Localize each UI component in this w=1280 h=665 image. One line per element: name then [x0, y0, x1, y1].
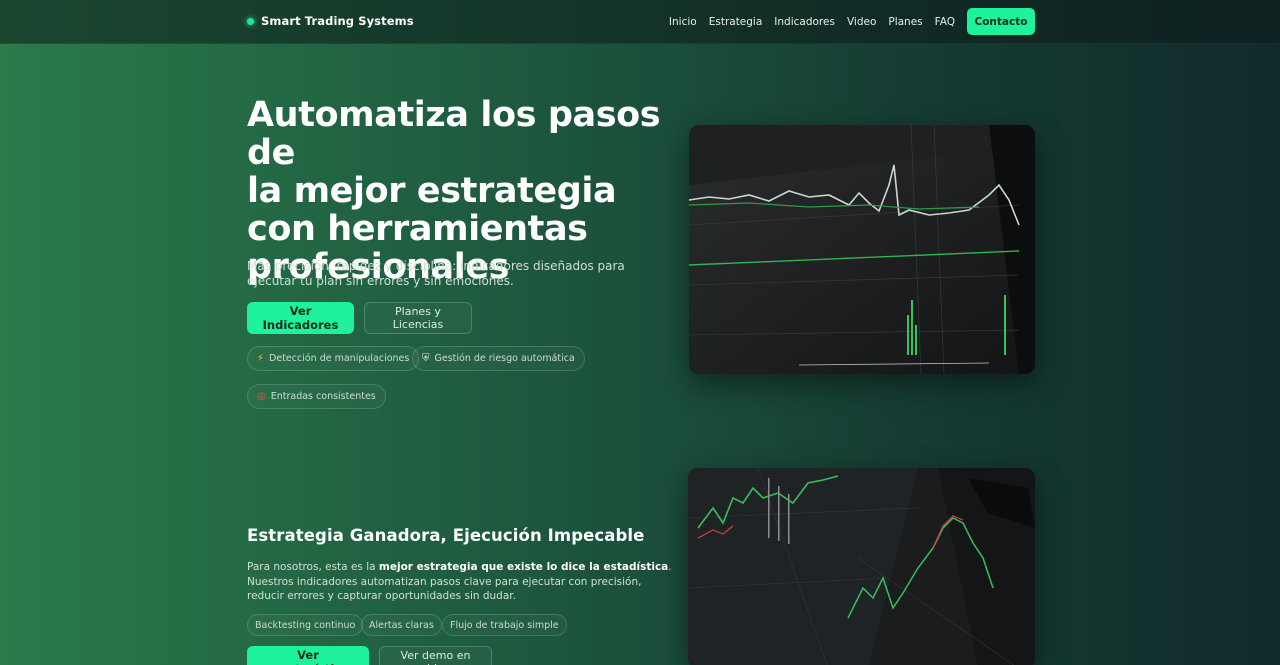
chip-label: Entradas consistentes	[270, 391, 376, 402]
hero-title-line: con herramientas	[247, 209, 588, 249]
hero-title-line: la mejor estrategia	[247, 171, 617, 211]
plans-licenses-button[interactable]: Planes y Licencias	[364, 302, 472, 334]
hero-title-line: Automatiza los pasos de	[247, 95, 661, 173]
trading-chart-photo	[689, 125, 1035, 374]
strategy-section-body: Para nosotros, esta es la mejor estrateg…	[247, 560, 675, 604]
top-navbar: Smart Trading Systems Inicio Estrategia …	[0, 0, 1280, 44]
feature-chip-entries: ◎ Entradas consistentes	[247, 384, 386, 409]
body-text: Para nosotros, esta es la	[247, 561, 379, 573]
view-demo-video-button[interactable]: Ver demo en video	[379, 646, 492, 665]
view-features-button[interactable]: Ver características	[247, 646, 369, 665]
nav-link-planes[interactable]: Planes	[888, 16, 922, 28]
nav-link-faq[interactable]: FAQ	[935, 16, 955, 28]
body-bold-text: mejor estrategia que existe lo dice la e…	[378, 561, 669, 573]
trading-laptop-photo	[688, 468, 1035, 665]
target-icon: ◎	[257, 391, 266, 402]
nav-link-indicadores[interactable]: Indicadores	[774, 16, 835, 28]
chip-label: Detección de manipulaciones	[269, 353, 410, 364]
brand-logo[interactable]: Smart Trading Systems	[247, 14, 414, 28]
brand-name: Smart Trading Systems	[261, 14, 414, 28]
feature-chip-risk: ⛨ Gestión de riesgo automática	[412, 346, 585, 371]
feature-chip-manipulation: ⚡ Detección de manipulaciones	[247, 346, 420, 371]
hero-title: Automatiza los pasos de la mejor estrate…	[247, 96, 677, 286]
lightning-icon: ⚡	[257, 353, 265, 364]
tag-backtesting: Backtesting continuo	[247, 614, 364, 636]
nav-link-video[interactable]: Video	[847, 16, 876, 28]
strategy-section-title: Estrategia Ganadora, Ejecución Impecable	[247, 526, 645, 545]
contact-button[interactable]: Contacto	[967, 8, 1035, 35]
tag-workflow: Flujo de trabajo simple	[442, 614, 567, 636]
chip-label: Gestión de riesgo automática	[434, 353, 575, 364]
hero-subtitle: Más precisión, rapidez y disciplina: ind…	[247, 259, 625, 288]
brand-dot-icon	[247, 17, 254, 25]
nav-link-estrategia[interactable]: Estrategia	[709, 16, 763, 28]
tag-alerts: Alertas claras	[361, 614, 442, 636]
nav-link-inicio[interactable]: Inicio	[669, 16, 697, 28]
view-indicators-button[interactable]: Ver Indicadores	[247, 302, 354, 334]
shield-icon: ⛨	[422, 353, 430, 364]
nav-links: Inicio Estrategia Indicadores Video Plan…	[669, 16, 955, 28]
